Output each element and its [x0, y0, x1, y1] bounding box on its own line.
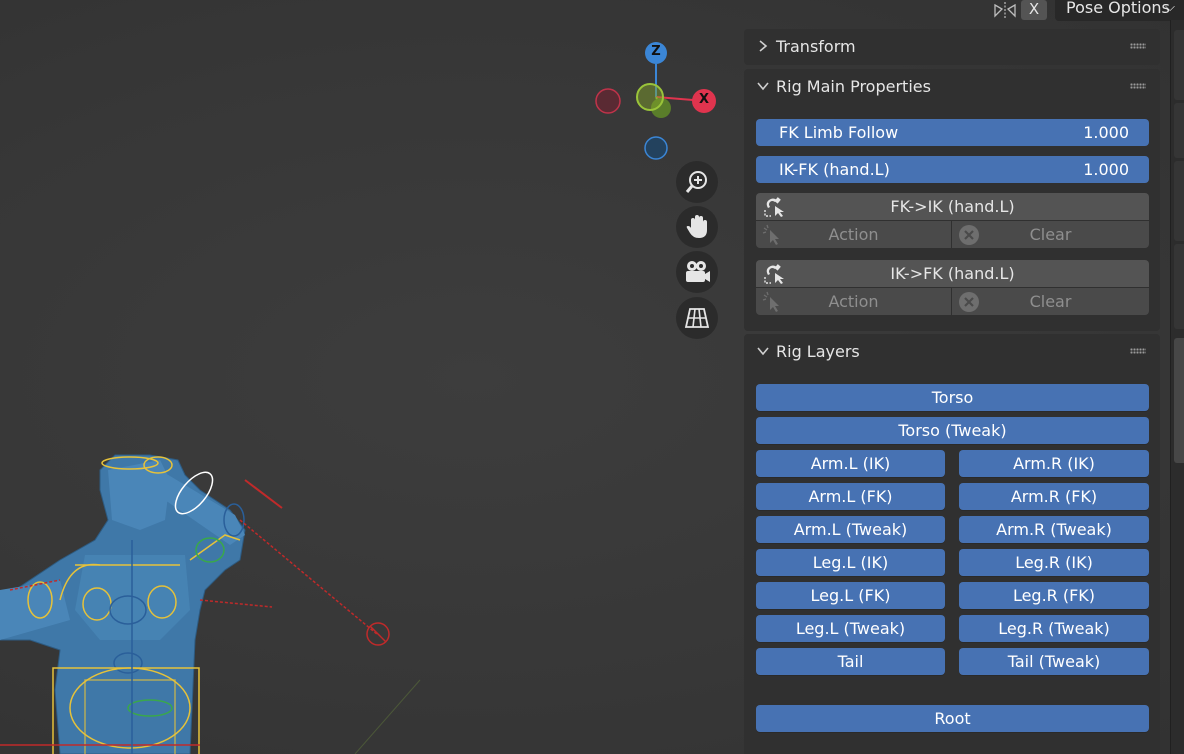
- transform-panel-title: Transform: [776, 37, 856, 56]
- layer-leg-l-ik-button[interactable]: Leg.L (IK): [756, 549, 945, 576]
- grid-perspective-icon: [684, 308, 710, 328]
- sidebar-tab-active[interactable]: [1174, 338, 1184, 463]
- layer-leg-l-fk-button[interactable]: Leg.L (FK): [756, 582, 945, 609]
- chevron-right-icon: [759, 40, 768, 52]
- layer-arm-r-ik-button[interactable]: Arm.R (IK): [959, 450, 1149, 477]
- fk-to-ik-clear-button[interactable]: Clear: [952, 221, 1149, 248]
- fk-limb-follow-value: 1.000: [1083, 123, 1129, 142]
- ik-to-fk-action-button[interactable]: Action: [756, 288, 951, 315]
- layer-arm-l-ik-button[interactable]: Arm.L (IK): [756, 450, 945, 477]
- snap-magnet-icon: [764, 197, 784, 217]
- fk-to-ik-label: FK->IK (hand.L): [890, 197, 1015, 216]
- ik-to-fk-clear-label: Clear: [1029, 292, 1072, 311]
- sidebar-tab[interactable]: [1174, 30, 1184, 100]
- rig-main-properties-header[interactable]: Rig Main Properties: [744, 69, 1160, 103]
- rig-layers-title: Rig Layers: [776, 342, 860, 361]
- layer-leg-r-tweak-button[interactable]: Leg.R (Tweak): [959, 615, 1149, 642]
- layer-tail-button[interactable]: Tail: [756, 648, 945, 675]
- pose-options-dropdown[interactable]: Pose Options ⌵: [1055, 0, 1184, 21]
- neg-z-axis-icon: [644, 136, 668, 160]
- layer-leg-r-fk-button[interactable]: Leg.R (FK): [959, 582, 1149, 609]
- ik-to-fk-button[interactable]: IK->FK (hand.L): [756, 260, 1149, 287]
- camera-icon: [686, 261, 710, 282]
- chevron-down-icon: ⌵: [1165, 0, 1175, 15]
- layer-leg-r-ik-button[interactable]: Leg.R (IK): [959, 549, 1149, 576]
- z-axis-label: Z: [651, 44, 661, 59]
- x-axis-label: X: [698, 92, 710, 107]
- camera-view-button[interactable]: [676, 251, 718, 293]
- ik-to-fk-action-label: Action: [828, 292, 879, 311]
- fk-limb-follow-slider[interactable]: FK Limb Follow 1.000: [756, 119, 1149, 146]
- ik-fk-label: IK-FK (hand.L): [779, 160, 890, 179]
- fk-to-ik-action-button[interactable]: Action: [756, 221, 951, 248]
- chevron-down-icon: [757, 347, 769, 356]
- drag-grip-icon[interactable]: [1130, 348, 1146, 354]
- clear-x-circle-icon: [959, 225, 979, 245]
- 3d-viewport[interactable]: X Pose Options ⌵ Z X Transform Rig Main …: [0, 0, 1184, 754]
- sidebar-tab[interactable]: [1174, 103, 1184, 158]
- drag-grip-icon[interactable]: [1130, 43, 1146, 49]
- action-picker-icon: [762, 291, 779, 312]
- layer-leg-l-tweak-button[interactable]: Leg.L (Tweak): [756, 615, 945, 642]
- ik-fk-value: 1.000: [1083, 160, 1129, 179]
- layer-torso-tweak-button[interactable]: Torso (Tweak): [756, 417, 1149, 444]
- sidebar-tab[interactable]: [1174, 161, 1184, 241]
- layer-arm-l-tweak-button[interactable]: Arm.L (Tweak): [756, 516, 945, 543]
- fk-to-ik-action-label: Action: [828, 225, 879, 244]
- chevron-down-icon: [757, 82, 769, 91]
- fk-to-ik-button[interactable]: FK->IK (hand.L): [756, 193, 1149, 220]
- ik-fk-slider[interactable]: IK-FK (hand.L) 1.000: [756, 156, 1149, 183]
- rig-main-properties-title: Rig Main Properties: [776, 77, 931, 96]
- clear-x-circle-icon: [959, 292, 979, 312]
- zoom-button[interactable]: [676, 161, 718, 203]
- perspective-toggle-button[interactable]: [676, 297, 718, 339]
- zoom-icon: [685, 171, 707, 193]
- fk-limb-follow-label: FK Limb Follow: [779, 123, 899, 142]
- rig-layers-header[interactable]: Rig Layers: [744, 334, 1160, 368]
- y-axis-icon: [636, 83, 664, 111]
- layer-torso-button[interactable]: Torso: [756, 384, 1149, 411]
- sidebar-tab-strip[interactable]: [1170, 20, 1184, 754]
- ik-to-fk-label: IK->FK (hand.L): [890, 264, 1015, 283]
- layer-tail-tweak-button[interactable]: Tail (Tweak): [959, 648, 1149, 675]
- x-axis-toggle[interactable]: X: [1021, 0, 1047, 20]
- transform-panel: Transform: [744, 29, 1160, 65]
- drag-grip-icon[interactable]: [1130, 83, 1146, 89]
- neg-x-axis-icon: [595, 88, 621, 114]
- pan-button[interactable]: [676, 206, 718, 248]
- layer-arm-r-tweak-button[interactable]: Arm.R (Tweak): [959, 516, 1149, 543]
- fk-to-ik-clear-label: Clear: [1029, 225, 1072, 244]
- character-mesh: [0, 454, 246, 754]
- sidebar-tab[interactable]: [1174, 244, 1184, 329]
- snap-magnet-icon: [764, 264, 784, 284]
- action-picker-icon: [762, 224, 779, 245]
- ik-to-fk-clear-button[interactable]: Clear: [952, 288, 1149, 315]
- pan-hand-icon: [686, 215, 707, 238]
- selection-mirror-icon[interactable]: [992, 0, 1018, 20]
- pose-options-label: Pose Options: [1066, 0, 1170, 17]
- transform-panel-header[interactable]: Transform: [744, 29, 1160, 63]
- layer-root-button[interactable]: Root: [756, 705, 1149, 732]
- layer-arm-l-fk-button[interactable]: Arm.L (FK): [756, 483, 945, 510]
- layer-arm-r-fk-button[interactable]: Arm.R (FK): [959, 483, 1149, 510]
